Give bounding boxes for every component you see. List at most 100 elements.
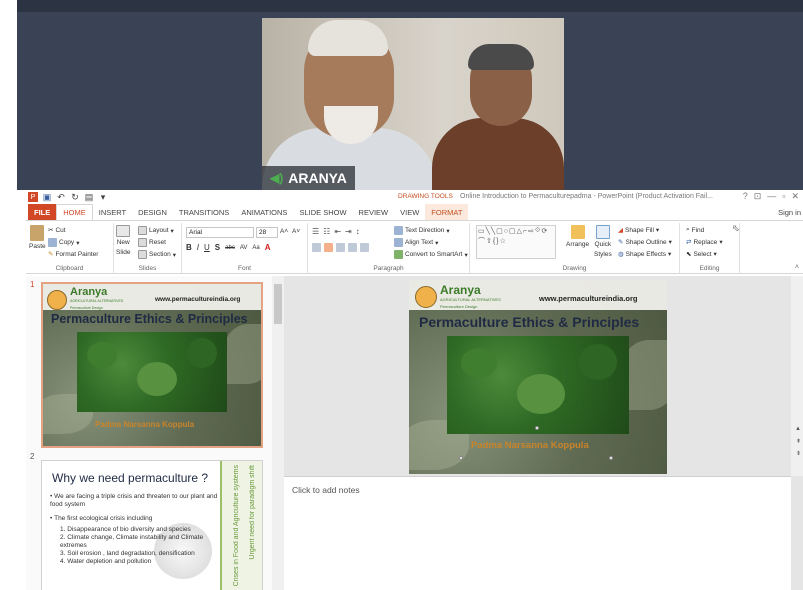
slide-author[interactable]: Padma Narsanna Koppula bbox=[471, 440, 589, 451]
bold-button[interactable]: B bbox=[186, 243, 192, 252]
format-painter-button[interactable]: ✎ Format Painter bbox=[48, 250, 98, 259]
group-slides: New Slide Layout ▾ Reset Section ▾ Slides bbox=[114, 223, 182, 273]
character-spacing-button[interactable]: AV bbox=[240, 245, 248, 251]
justify-icon[interactable] bbox=[348, 243, 357, 252]
notes-pane[interactable]: Click to add notes bbox=[284, 476, 791, 590]
start-from-beginning-icon[interactable]: ▤ bbox=[84, 192, 94, 202]
tab-transitions[interactable]: TRANSITIONS bbox=[173, 204, 235, 220]
slide-title[interactable]: Permaculture Ethics & Principles bbox=[419, 314, 639, 330]
arrange-button[interactable]: Arrange bbox=[566, 225, 589, 248]
tab-file[interactable]: FILE bbox=[28, 204, 57, 220]
align-text-icon bbox=[394, 238, 403, 247]
selection-rotate-handle[interactable] bbox=[535, 426, 539, 430]
align-center-icon[interactable] bbox=[324, 243, 333, 252]
reset-icon bbox=[138, 238, 147, 247]
font-size-dropdown[interactable]: 28 bbox=[256, 227, 278, 238]
tab-format[interactable]: FORMAT bbox=[425, 204, 469, 220]
text-direction-button[interactable]: Text Direction ▾ bbox=[394, 226, 450, 235]
columns-icon[interactable] bbox=[360, 243, 369, 252]
font-color-icon[interactable]: A bbox=[265, 243, 271, 252]
tab-slide-show[interactable]: SLIDE SHOW bbox=[293, 204, 352, 220]
bullets-icon[interactable]: ☰ bbox=[312, 227, 319, 236]
italic-button[interactable]: I bbox=[197, 243, 199, 252]
tab-design[interactable]: DESIGN bbox=[132, 204, 173, 220]
strikethrough-button[interactable]: abc bbox=[225, 245, 235, 251]
shapes-gallery[interactable]: ▭ ╲ ╲ ▢ ○ ▢ △ ⌐ ⇨ ⟐ ⟳ ⌒ ⇧{} ☆ bbox=[476, 225, 556, 259]
minimize-icon[interactable]: — bbox=[767, 191, 776, 202]
change-case-button[interactable]: Aa bbox=[252, 245, 259, 251]
maximize-icon[interactable]: ▫ bbox=[782, 191, 785, 202]
shape-fill-button[interactable]: ◢ Shape Fill ▾ bbox=[618, 226, 659, 235]
shadow-button[interactable]: S bbox=[215, 243, 220, 252]
ribbon-display-icon[interactable]: ⊡ bbox=[754, 191, 762, 202]
find-button[interactable]: ⌕ Find bbox=[686, 226, 704, 234]
editor-scrollbar[interactable]: ▲ ⇞ ⇟ bbox=[791, 276, 803, 476]
tab-review[interactable]: REVIEW bbox=[353, 204, 395, 220]
underline-button[interactable]: U bbox=[204, 243, 210, 252]
paintbrush-icon: ✎ bbox=[48, 251, 54, 258]
thumbnails-scrollbar[interactable] bbox=[272, 276, 284, 590]
redo-icon[interactable]: ↻ bbox=[70, 192, 80, 202]
tab-view[interactable]: VIEW bbox=[394, 204, 425, 220]
new-slide-button[interactable]: New Slide bbox=[116, 225, 130, 257]
undo-icon[interactable]: ↶ bbox=[56, 192, 66, 202]
selection-handle[interactable] bbox=[609, 456, 613, 460]
smartart-icon bbox=[394, 250, 403, 259]
reset-button[interactable]: Reset bbox=[138, 238, 166, 247]
line-spacing-icon[interactable]: ↕ bbox=[356, 227, 360, 236]
cut-button[interactable]: ✂ Cut bbox=[48, 226, 66, 235]
selection-handle[interactable] bbox=[459, 456, 463, 460]
customize-toolbar-icon[interactable]: ▾ bbox=[98, 192, 108, 202]
participant-video[interactable]: ◀) ARANYA bbox=[262, 18, 564, 190]
cursor-icon: ⬉ bbox=[686, 251, 692, 258]
participant-woman-saree bbox=[432, 118, 564, 190]
next-slide-icon[interactable]: ⇟ bbox=[796, 450, 801, 457]
convert-smartart-button[interactable]: Convert to SmartArt ▾ bbox=[394, 250, 468, 259]
shape-outline-button[interactable]: ✎ Shape Outline ▾ bbox=[618, 238, 672, 247]
forest-aerial-photo[interactable] bbox=[447, 336, 629, 434]
tab-insert[interactable]: INSERT bbox=[93, 204, 132, 220]
copy-button[interactable]: Copy ▾ bbox=[48, 238, 79, 247]
audio-active-icon: ◀) bbox=[270, 171, 284, 185]
group-paragraph: ☰ ☷ ⇤ ⇥ ↕ Text Direction ▾ Align Text ▾ … bbox=[308, 223, 470, 273]
replace-button[interactable]: ⇄ Replace ▾ bbox=[686, 238, 723, 247]
layout-button[interactable]: Layout ▾ bbox=[138, 226, 174, 235]
group-label-font: Font bbox=[237, 265, 251, 272]
slide2-numbered-item: 3. Soil erosion , land degradation, dens… bbox=[60, 550, 195, 557]
tab-animations[interactable]: ANIMATIONS bbox=[235, 204, 293, 220]
grow-font-icon: A˄ bbox=[280, 228, 289, 235]
group-label-paragraph: Paragraph bbox=[373, 265, 404, 272]
paste-icon bbox=[30, 225, 45, 241]
close-icon[interactable]: ✕ bbox=[791, 191, 799, 202]
decrease-indent-icon[interactable]: ⇤ bbox=[334, 227, 341, 236]
shrink-font-button[interactable]: A˅ bbox=[292, 228, 300, 235]
thumbnails-scroll-thumb[interactable] bbox=[274, 284, 282, 324]
slide-url: www.permacultureindia.org bbox=[539, 294, 638, 303]
tab-home[interactable]: HOME bbox=[56, 204, 93, 220]
section-button[interactable]: Section ▾ bbox=[138, 250, 176, 259]
align-right-icon[interactable] bbox=[336, 243, 345, 252]
sign-in-link[interactable]: Sign in bbox=[778, 208, 801, 217]
quick-styles-icon bbox=[595, 225, 610, 239]
increase-indent-icon[interactable]: ⇥ bbox=[345, 227, 352, 236]
collapse-ribbon-icon[interactable]: ˄ bbox=[795, 264, 799, 271]
shape-effects-button[interactable]: ◍ Shape Effects ▾ bbox=[618, 250, 671, 259]
quick-styles-button[interactable]: Quick Styles bbox=[594, 225, 612, 259]
help-icon[interactable]: ? bbox=[743, 191, 748, 202]
group-label-editing: Editing bbox=[699, 265, 720, 272]
window-title: Online Introduction to Permaculturepadma… bbox=[460, 193, 713, 200]
scroll-up-icon[interactable]: ▲ bbox=[795, 426, 801, 432]
previous-slide-icon[interactable]: ⇞ bbox=[796, 438, 801, 445]
align-left-icon[interactable] bbox=[312, 243, 321, 252]
paint-bucket-icon: ◢ bbox=[618, 227, 623, 234]
numbering-icon[interactable]: ☷ bbox=[323, 227, 330, 236]
align-text-button[interactable]: Align Text ▾ bbox=[394, 238, 438, 247]
select-button[interactable]: ⬉ Select ▾ bbox=[686, 250, 717, 259]
slide-thumbnail-2[interactable]: Why we need permaculture ? • We are faci… bbox=[41, 460, 263, 590]
slide-thumbnail-1[interactable]: Aranya AGRICULTURAL ALTERNATIVES Permacu… bbox=[41, 282, 263, 448]
main-slide-canvas[interactable]: Aranya AGRICULTURAL ALTERNATIVES Permacu… bbox=[409, 280, 667, 474]
save-icon[interactable]: ▣ bbox=[42, 192, 52, 202]
font-family-dropdown[interactable]: Arial bbox=[186, 227, 254, 238]
paste-button[interactable]: Paste bbox=[29, 225, 46, 250]
grow-font-button[interactable]: A˄ bbox=[280, 228, 288, 235]
